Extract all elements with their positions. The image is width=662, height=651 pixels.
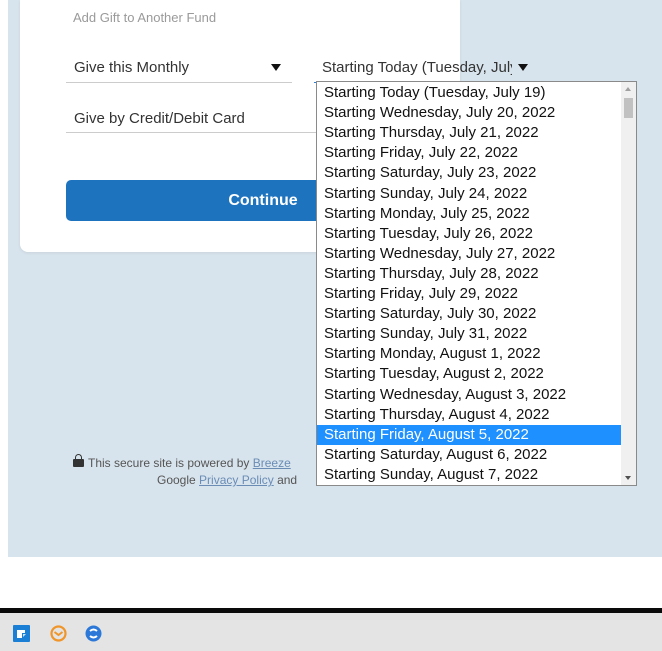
payment-method-select[interactable]: Give by Credit/Debit Card [66,102,316,133]
secure-text: This secure site is powered by [88,456,250,470]
start-date-value: Starting Today (Tuesday, July 19) [322,59,512,76]
dropdown-option[interactable]: Starting Saturday, July 30, 2022 [317,304,622,324]
breeze-link[interactable]: Breeze [253,456,291,470]
dropdown-caret-icon [271,64,281,71]
dropdown-option[interactable]: Starting Monday, July 25, 2022 [317,204,622,224]
dropdown-scrollbar[interactable] [621,82,636,485]
start-date-select[interactable]: Starting Today (Tuesday, July 19) [314,52,540,83]
dropdown-option[interactable]: Starting Friday, July 22, 2022 [317,143,622,163]
scroll-down-arrow-icon[interactable] [625,476,631,480]
dropdown-option[interactable]: Starting Sunday, August 7, 2022 [317,465,622,485]
dropdown-option[interactable]: Starting Friday, July 29, 2022 [317,284,622,304]
privacy-policy-link[interactable]: Privacy Policy [199,473,274,487]
frequency-value: Give this Monthly [74,59,190,76]
frequency-select[interactable]: Give this Monthly [66,52,292,83]
dropdown-option[interactable]: Starting Sunday, July 24, 2022 [317,184,622,204]
google-text: Google [157,473,196,487]
sticky-notes-icon[interactable] [13,625,30,642]
dropdown-option[interactable]: Starting Thursday, August 4, 2022 [317,405,622,425]
dropdown-option[interactable]: Starting Tuesday, August 2, 2022 [317,364,622,384]
scrollbar-thumb[interactable] [624,98,633,118]
and-text: and [277,473,298,487]
sync-app-icon[interactable] [85,625,102,642]
dropdown-option[interactable]: Starting Wednesday, July 27, 2022 [317,244,622,264]
dropdown-option[interactable]: Starting Monday, August 1, 2022 [317,344,622,364]
taskbar [0,613,662,651]
dropdown-option[interactable]: Starting Thursday, July 21, 2022 [317,123,622,143]
dropdown-option[interactable]: Starting Today (Tuesday, July 19) [317,83,622,103]
dropdown-option[interactable]: Starting Friday, August 5, 2022 [317,424,622,445]
dropdown-option[interactable]: Starting Wednesday, August 3, 2022 [317,385,622,405]
add-gift-link[interactable]: Add Gift to Another Fund [73,10,216,25]
dropdown-option[interactable]: Starting Wednesday, July 20, 2022 [317,103,622,123]
start-date-dropdown-list[interactable]: Starting Today (Tuesday, July 19) Startin… [316,81,637,486]
dropdown-option[interactable]: Starting Saturday, August 6, 2022 [317,445,622,465]
dropdown-option[interactable]: Starting Saturday, July 23, 2022 [317,163,622,183]
thunderbird-mail-icon[interactable] [50,625,67,642]
dropdown-option[interactable]: Starting Sunday, July 31, 2022 [317,324,622,344]
dropdown-option[interactable]: Starting Thursday, July 28, 2022 [317,264,622,284]
secure-site-notice: This secure site is powered by Breeze [73,454,291,470]
scroll-up-arrow-icon[interactable] [625,87,631,91]
dropdown-option[interactable]: Starting Tuesday, July 26, 2022 [317,224,622,244]
payment-method-value: Give by Credit/Debit Card [74,110,245,127]
recaptcha-notice: Google Privacy Policy and [157,473,297,487]
dropdown-caret-icon [518,64,528,71]
lock-icon [73,454,84,468]
